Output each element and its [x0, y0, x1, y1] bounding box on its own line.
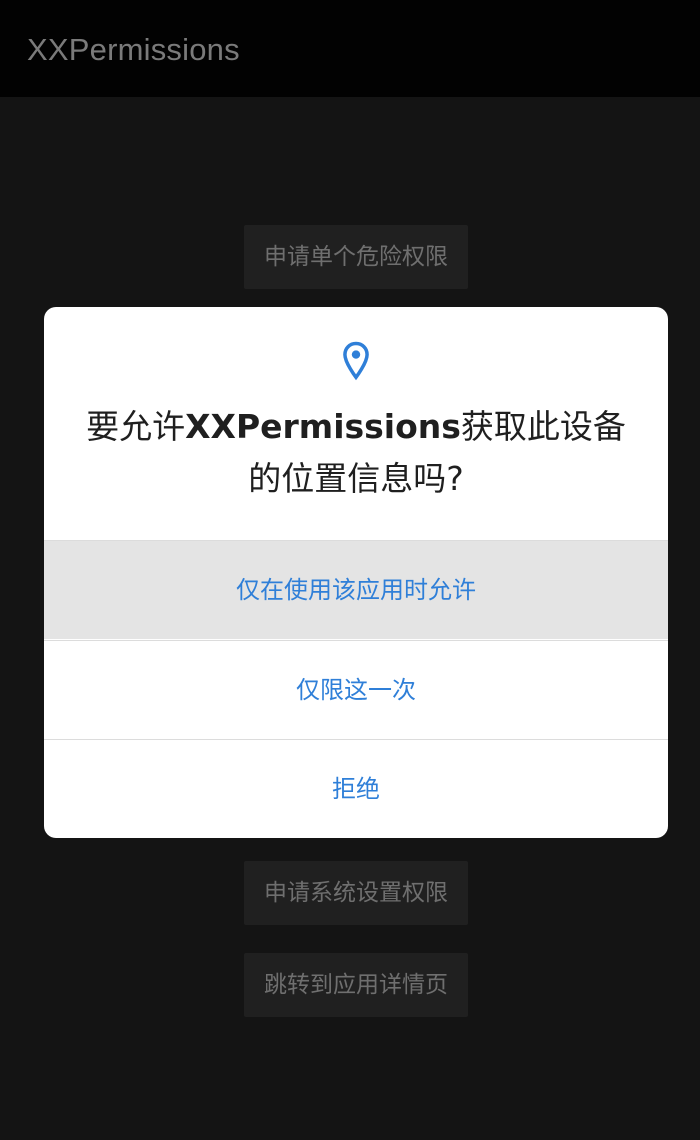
dialog-title: 要允许XXPermissions获取此设备的位置信息吗?: [74, 401, 638, 505]
permission-dialog: 要允许XXPermissions获取此设备的位置信息吗? 仅在使用该应用时允许 …: [44, 307, 668, 838]
dialog-title-prefix: 要允许: [86, 407, 186, 446]
dialog-title-app-name: XXPermissions: [185, 407, 461, 446]
location-pin-icon: [343, 341, 369, 381]
allow-only-this-time-option[interactable]: 仅限这一次: [44, 641, 668, 739]
allow-while-using-app-option[interactable]: 仅在使用该应用时允许: [44, 541, 668, 639]
deny-option[interactable]: 拒绝: [44, 740, 668, 838]
